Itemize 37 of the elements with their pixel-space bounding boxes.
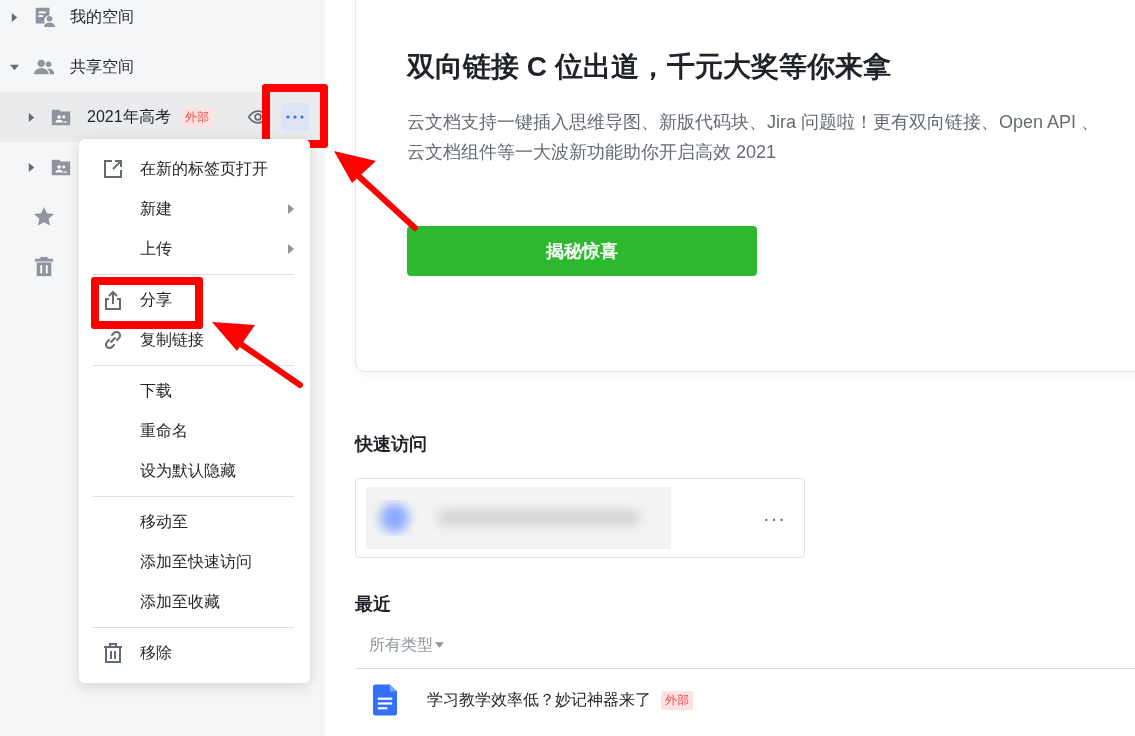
menu-item[interactable]: 复制链接	[140, 329, 204, 351]
menu-item[interactable]: 设为默认隐藏	[140, 460, 236, 482]
more-button[interactable]: ···	[763, 506, 786, 530]
section-title: 快速访问	[355, 433, 428, 456]
quick-access-card[interactable]: ···	[355, 478, 805, 558]
document-title[interactable]: 学习教学效率低？妙记神器来了	[427, 689, 651, 711]
menu-item[interactable]: 上传	[140, 238, 172, 260]
external-tag: 外部	[661, 690, 693, 710]
trash-icon	[33, 256, 55, 278]
menu-item[interactable]: 分享	[140, 289, 172, 311]
caret-icon	[435, 642, 444, 648]
external-tag: 外部	[180, 107, 213, 127]
menu-item[interactable]: 新建	[140, 198, 172, 220]
menu-item[interactable]: 移动至	[140, 511, 188, 533]
sidebar-item[interactable]: 2021年高考	[87, 106, 171, 128]
banner-description: 云文档支持一键插入思维导图、新版代码块、Jira 问题啦！更有双向链接、Open API 、云文档组件等一大波新功能助你开启高效 2021	[407, 111, 1101, 164]
share-icon	[103, 290, 123, 310]
collapse-caret-icon[interactable]	[10, 62, 19, 72]
open-external-icon	[103, 159, 123, 179]
sidebar-item[interactable]: 共享空间	[70, 56, 134, 78]
personal-space-icon	[33, 6, 55, 28]
link-icon	[103, 330, 123, 350]
section-title: 最近	[355, 593, 392, 616]
sidebar-item[interactable]: 我的空间	[70, 6, 134, 28]
expand-caret-icon[interactable]	[27, 112, 36, 122]
menu-item[interactable]: 移除	[140, 642, 172, 664]
banner-title: 双向链接 C 位出道，千元大奖等你来拿	[407, 50, 892, 84]
star-icon	[33, 206, 55, 228]
expand-caret-icon[interactable]	[27, 162, 36, 172]
menu-item[interactable]: 添加至快速访问	[140, 551, 252, 573]
menu-item[interactable]: 下载	[140, 380, 172, 402]
expand-caret-icon[interactable]	[10, 12, 19, 22]
document-icon	[373, 683, 397, 717]
menu-item[interactable]: 重命名	[140, 420, 188, 442]
menu-item[interactable]: 添加至收藏	[140, 591, 220, 613]
trash-icon	[103, 643, 123, 663]
menu-item[interactable]: 在新的标签页打开	[140, 158, 268, 180]
